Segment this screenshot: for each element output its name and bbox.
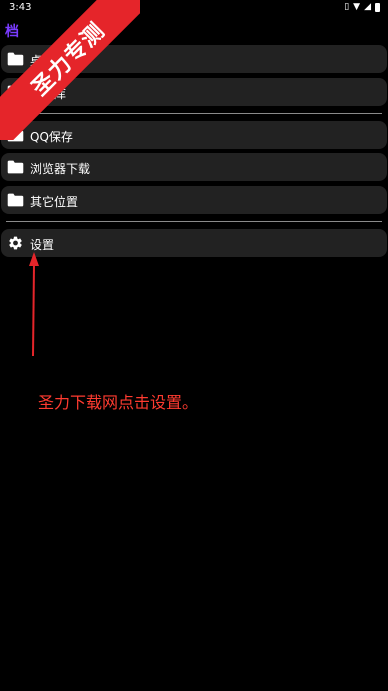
status-icons: ▯ ▼ ◢: [344, 2, 380, 12]
menu-item-dial-library[interactable]: 桌表盘: [1, 45, 387, 73]
battery-icon: [375, 2, 380, 12]
wifi-icon: ▼: [353, 2, 361, 12]
annotation-text: 圣力下载网点击设置。: [38, 393, 199, 412]
divider: [6, 221, 382, 222]
menu-item-browser-download[interactable]: 浏览器下载: [1, 153, 387, 181]
menu-item-label: 其它位置: [30, 195, 79, 209]
folder-icon: [7, 85, 24, 99]
menu-item-other-location[interactable]: 其它位置: [1, 186, 387, 214]
folder-icon: [7, 52, 24, 66]
signal-icon: ◢: [364, 2, 371, 12]
menu-item-label: 资料库: [30, 87, 67, 101]
menu-item-label: QQ保存: [30, 130, 73, 144]
folder-icon: [7, 193, 24, 207]
menu-item-label: 浏览器下载: [30, 162, 91, 176]
menu-item-settings[interactable]: 设置: [1, 229, 387, 257]
folder-icon: [7, 128, 24, 142]
annotation-arrow: [29, 252, 39, 357]
status-bar: 3:43 ▯ ▼ ◢: [0, 0, 388, 16]
menu-item-label: 桌表盘: [30, 54, 67, 68]
menu-item-library[interactable]: 资料库: [1, 78, 387, 106]
vibrate-icon: ▯: [344, 2, 350, 12]
app-title: 档: [5, 24, 19, 40]
menu-item-qq-save[interactable]: QQ保存: [1, 121, 387, 149]
menu-item-label: 设置: [30, 238, 55, 252]
divider: [6, 113, 382, 114]
status-time: 3:43: [9, 2, 32, 13]
folder-icon: [7, 160, 24, 174]
gear-icon: [9, 236, 22, 250]
